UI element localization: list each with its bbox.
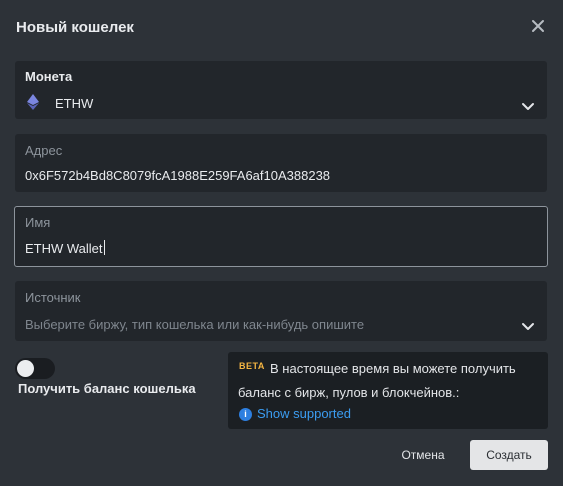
address-label: Адрес bbox=[25, 143, 63, 158]
balance-toggle[interactable] bbox=[15, 358, 55, 379]
name-value: ETHW Wallet bbox=[25, 240, 105, 256]
text-caret bbox=[103, 240, 105, 255]
dialog-title: Новый кошелек bbox=[16, 19, 134, 36]
create-button[interactable]: Создать bbox=[470, 440, 548, 470]
coin-value: ETHW bbox=[55, 96, 94, 111]
cancel-button[interactable]: Отмена bbox=[390, 440, 456, 470]
beta-text-line2: баланс с бирж, пулов и блокчейнов.: bbox=[238, 385, 460, 400]
source-select[interactable]: Источник Выберите биржу, тип кошелька ил… bbox=[15, 281, 547, 341]
toggle-knob bbox=[17, 360, 34, 377]
coin-label: Монета bbox=[25, 69, 73, 84]
beta-text-line1: В настоящее время вы можете получить bbox=[270, 361, 516, 376]
source-placeholder: Выберите биржу, тип кошелька или как-ниб… bbox=[25, 317, 365, 332]
chevron-down-icon bbox=[521, 319, 535, 330]
address-value: 0x6F572b4Bd8C8079fcA1988E259FA6af10A3882… bbox=[25, 168, 331, 183]
address-field[interactable]: Адрес 0x6F572b4Bd8C8079fcA1988E259FA6af1… bbox=[15, 134, 547, 192]
beta-badge: BETA bbox=[239, 361, 265, 371]
info-icon: i bbox=[239, 408, 252, 421]
name-text: ETHW Wallet bbox=[25, 241, 103, 256]
balance-toggle-label: Получить баланс кошелька bbox=[18, 381, 196, 396]
close-icon[interactable] bbox=[528, 16, 548, 36]
name-label: Имя bbox=[25, 215, 51, 230]
beta-notice: BETA В настоящее время вы можете получит… bbox=[228, 352, 548, 429]
show-supported-link[interactable]: Show supported bbox=[257, 406, 351, 421]
ethereum-icon bbox=[27, 94, 39, 115]
coin-select[interactable]: Монета ETHW bbox=[15, 61, 547, 119]
chevron-down-icon bbox=[521, 99, 535, 110]
name-field[interactable]: Имя ETHW Wallet bbox=[14, 206, 548, 267]
new-wallet-dialog: Новый кошелек Монета ETHW Адрес 0x6F572b… bbox=[0, 0, 563, 486]
source-label: Источник bbox=[25, 290, 81, 305]
